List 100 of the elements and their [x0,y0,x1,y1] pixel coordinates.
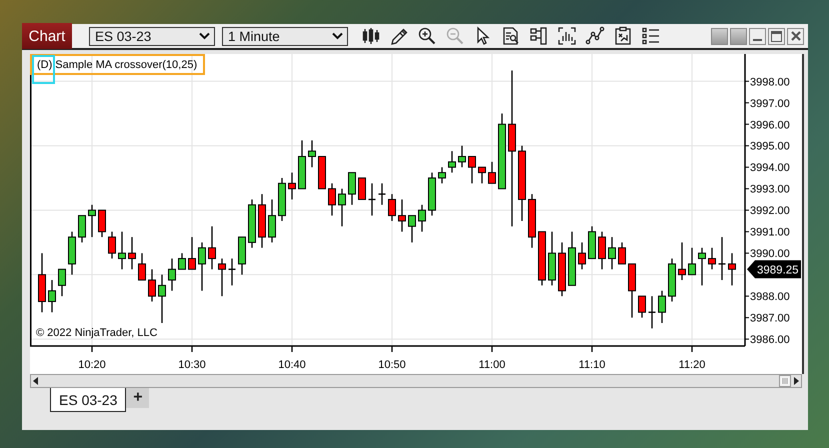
candlestick [218,258,226,296]
candlestick [118,232,126,270]
candlestick [268,199,276,242]
candlestick [108,232,116,259]
candlestick [318,156,326,190]
candlestick [78,215,86,242]
candlestick [228,258,236,286]
candlestick [178,253,186,270]
candlestick [158,274,166,323]
candlestick [168,258,176,291]
candlestick [568,232,576,286]
candlestick [208,226,216,270]
candlestick [98,210,106,238]
price-label: 3987.00 [750,312,790,325]
candlestick [418,204,426,232]
candlestick [678,242,686,280]
candlestick [688,248,696,276]
candlestick [658,290,666,323]
candlestick [278,178,286,221]
candlestick [638,296,646,318]
candlestick [698,248,706,286]
candlestick [248,199,256,248]
bar-chart-icon[interactable] [557,26,577,46]
candlestick [558,242,566,296]
close-button[interactable] [787,28,804,44]
instrument-select[interactable]: ES 03-23 [89,26,215,46]
time-label: 10:30 [178,359,206,371]
candlestick-icon[interactable] [361,26,381,46]
candlestick [608,237,616,270]
add-tab-button[interactable]: + [126,388,150,408]
scroll-thumb[interactable] [779,375,791,387]
candlestick [58,268,66,296]
price-label: 3995.00 [750,140,790,153]
candlestick [428,172,436,216]
candlestick [598,232,606,270]
candlestick [628,263,636,318]
candlestick [528,194,536,248]
candlestick [398,199,406,232]
price-label: 3986.00 [750,334,790,346]
price-label: 3993.00 [750,184,790,196]
minimize-icon [753,39,762,41]
time-label: 10:40 [278,359,306,371]
scroll-right-icon[interactable] [791,375,801,387]
candlestick [718,237,726,280]
price-label: 3998.00 [750,76,790,88]
candlestick [348,172,356,205]
horizontal-scrollbar[interactable] [30,374,802,388]
candlestick [478,166,486,184]
candlestick [408,215,416,242]
candlestick [128,237,136,270]
copyright-text: © 2022 NinjaTrader, LLC [36,327,158,339]
candlestick [588,226,596,260]
price-label: 3992.00 [750,205,790,218]
candlestick [708,248,716,270]
pencil-icon[interactable] [389,26,409,46]
line-chart-icon[interactable] [585,26,605,46]
candlestick [378,183,386,205]
caret-icon [332,32,343,40]
time-label: 10:50 [378,359,406,371]
panel-layout-icon[interactable] [529,26,549,46]
candlestick [538,231,546,286]
indicator-label: Sample MA crossover(10,25) [55,58,198,71]
price-label: 3994.00 [750,162,790,174]
candlestick [358,177,366,200]
candlestick [38,253,46,312]
candlestick [148,269,156,302]
window-tile-button[interactable] [730,28,747,44]
candlestick [308,140,316,168]
zoom-in-icon[interactable] [417,26,437,46]
interval-select[interactable]: 1 Minute [222,26,348,46]
close-icon [790,31,800,41]
window-tile-button[interactable] [711,28,728,44]
candlestick [48,280,56,312]
chart-button[interactable]: Chart [22,23,72,49]
caret-icon [199,32,210,40]
list-icon[interactable] [641,26,661,46]
candlestick [438,167,446,184]
price-label: 3990.00 [750,248,790,260]
candlestick [138,253,146,281]
price-label: 3988.00 [750,291,790,304]
maximize-button[interactable] [768,28,785,44]
time-label: 11:00 [478,359,506,371]
clipboard-chart-icon[interactable] [613,26,633,46]
candlestick [728,253,736,286]
time-label: 10:20 [78,359,106,371]
candlestick [468,156,476,184]
maximize-icon [771,30,782,42]
scroll-left-icon[interactable] [31,375,41,387]
candlestick [448,151,456,173]
minimize-button[interactable] [749,28,766,44]
candlestick [578,242,586,270]
candlestick [298,140,306,190]
chart-tab[interactable]: ES 03-23 [50,388,126,412]
candlestick [548,232,556,286]
time-label: 11:10 [578,359,606,371]
candlestick [258,194,266,248]
price-label: 3991.00 [750,226,790,239]
candlestick [288,172,296,200]
price-label: 3996.00 [750,119,790,132]
document-search-icon[interactable] [501,26,521,46]
